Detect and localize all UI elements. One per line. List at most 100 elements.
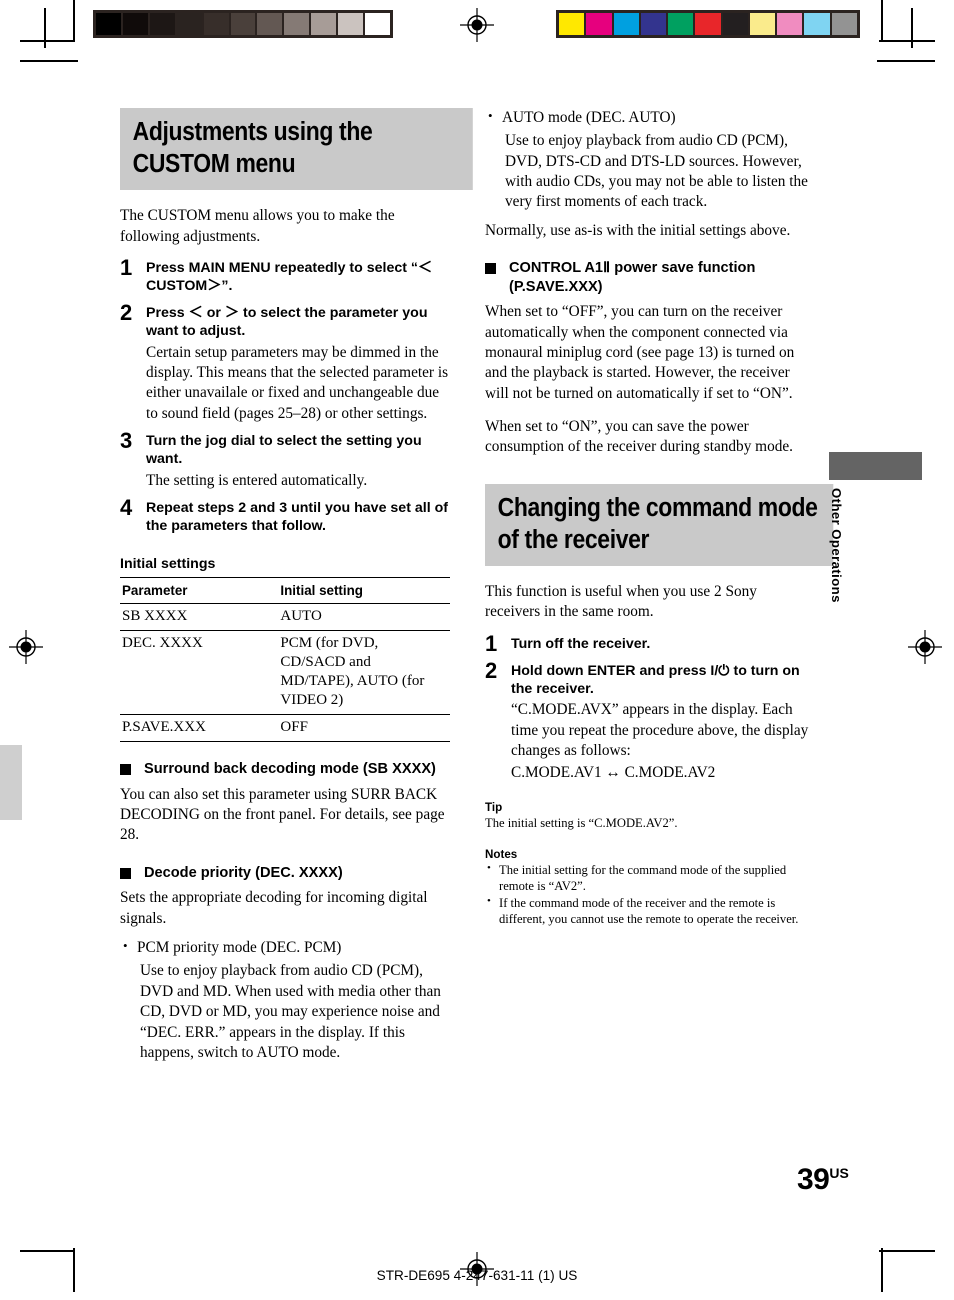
- cell-initial-setting: OFF: [278, 714, 450, 743]
- calibration-swatch: [586, 13, 612, 35]
- crop-mark-top-left-vertical: [73, 0, 75, 42]
- calibration-swatch: [365, 13, 390, 35]
- step-text: Hold down ENTER and press I/⏻ to turn on…: [511, 662, 800, 697]
- step-number: 2: [120, 299, 133, 325]
- calibration-swatch: [804, 13, 830, 35]
- calibration-swatch: [230, 13, 256, 35]
- subheading-decode-priority: Decode priority (DEC. XXXX): [120, 864, 450, 883]
- list-item: If the command mode of the receiver and …: [485, 894, 810, 927]
- calibration-swatch: [777, 13, 803, 35]
- scanned-manual-page: Adjustments using the CUSTOM menu The CU…: [0, 0, 954, 1300]
- crop-mark-top-right-lower: [877, 60, 935, 62]
- cell-parameter: SB XXXX: [120, 603, 279, 631]
- step-detail-sequence: C.MODE.AV1 ↔ C.MODE.AV2: [511, 764, 716, 782]
- page-number-suffix: US: [829, 1165, 849, 1181]
- footer-model-code: STR-DE695 4-247-631-11 (1) US: [376, 1268, 578, 1283]
- command-mode-intro: This function is useful when you use 2 S…: [485, 583, 757, 621]
- crop-mark-top-right-horizontal: [879, 40, 935, 42]
- crop-mark-top-left-inner: [44, 8, 46, 48]
- initial-settings-caption: Initial settings: [120, 555, 216, 572]
- bullet-body: Use to enjoy playback from audio CD (PCM…: [140, 962, 441, 1061]
- page-number: 39US: [797, 1163, 849, 1197]
- chapter-tab-label: Other Operations: [829, 488, 844, 603]
- calibration-swatch: [96, 13, 121, 35]
- registration-mark-left-middle: [9, 630, 43, 664]
- calibration-swatch: [122, 13, 148, 35]
- calibration-swatch: [176, 13, 202, 35]
- table-row: SB XXXX AUTO: [120, 603, 450, 631]
- list-item: PCM priority mode (DEC. PCM) Use to enjo…: [120, 937, 450, 1063]
- black-square-bullet-icon: [120, 867, 131, 879]
- calibration-swatch: [559, 13, 585, 35]
- table-row: DEC. XXXX PCM (for DVD, CD/SACD and MD/T…: [120, 630, 450, 716]
- decode-priority-body: Sets the appropriate decoding for incomi…: [120, 889, 428, 927]
- bullet-title: PCM priority mode (DEC. PCM): [137, 939, 342, 957]
- column-header-initial-setting: Initial setting: [278, 576, 450, 604]
- step-text: Repeat steps 2 and 3 until you have set …: [146, 500, 448, 534]
- step-detail: Certain setup parameters may be dimmed i…: [146, 343, 449, 422]
- registration-mark-right-middle: [908, 630, 942, 664]
- step-detail: “C.MODE.AVX” appears in the display. Eac…: [511, 701, 809, 760]
- command-mode-step-2: 2 Hold down ENTER and press I/⏻ to turn …: [485, 659, 810, 784]
- page-number-value: 39: [797, 1163, 830, 1196]
- power-save-paragraph-2: When set to “ON”, you can save the power…: [485, 418, 793, 456]
- step-number: 3: [120, 427, 133, 453]
- list-item: AUTO mode (DEC. AUTO) Use to enjoy playb…: [485, 107, 810, 213]
- power-save-paragraph-1: When set to “OFF”, you can turn on the r…: [485, 303, 795, 402]
- table-header-row: Parameter Initial setting: [120, 576, 450, 604]
- registration-mark-top-center: [460, 8, 494, 42]
- step-text: Press MAIN MENU repeatedly to select “＜C…: [146, 259, 433, 294]
- calibration-swatch: [668, 13, 694, 35]
- notes-label: Notes: [485, 847, 518, 861]
- calibration-swatch: [722, 13, 748, 35]
- list-item: The initial setting for the command mode…: [485, 861, 810, 894]
- crop-mark-top-right-inner: [911, 8, 913, 48]
- color-calibration-bar: [556, 10, 860, 38]
- calibration-swatch: [749, 13, 776, 35]
- step-3: 3 Turn the jog dial to select the settin…: [120, 427, 450, 491]
- crop-mark-bottom-right-horizontal: [879, 1250, 935, 1252]
- calibration-swatch: [311, 13, 337, 35]
- initial-settings-table: Parameter Initial setting SB XXXX AUTO D…: [120, 576, 450, 743]
- subheading-surround-back-decoding: Surround back decoding mode (SB XXXX): [120, 760, 450, 779]
- step-number: 1: [485, 630, 498, 656]
- calibration-swatch: [257, 13, 283, 35]
- step-4: 4 Repeat steps 2 and 3 until you have se…: [120, 497, 450, 536]
- crop-mark-bottom-left-horizontal: [20, 1250, 75, 1252]
- notes-list: The initial setting for the command mode…: [485, 861, 810, 927]
- step-text: Turn the jog dial to select the setting …: [146, 432, 422, 467]
- auto-mode-closing-paragraph: Normally, use as-is with the initial set…: [485, 221, 791, 239]
- crop-mark-top-left-lower: [20, 60, 78, 62]
- left-text-column: Adjustments using the CUSTOM menu The CU…: [120, 108, 474, 1071]
- cell-initial-setting: PCM (for DVD, CD/SACD and MD/TAPE), AUTO…: [278, 630, 450, 716]
- intro-paragraph: The CUSTOM menu allows you to make the f…: [120, 207, 395, 245]
- column-header-parameter: Parameter: [120, 576, 279, 604]
- crop-mark-top-left-horizontal: [20, 40, 75, 42]
- cell-parameter: DEC. XXXX: [120, 630, 279, 716]
- calibration-swatch: [613, 13, 639, 35]
- step-detail: The setting is entered automatically.: [146, 471, 368, 489]
- chapter-tab-block: [829, 452, 922, 480]
- section-heading-custom-menu: Adjustments using the CUSTOM menu: [120, 108, 474, 191]
- crop-mark-top-right-vertical: [881, 0, 883, 42]
- table-row: P.SAVE.XXX OFF: [120, 714, 450, 743]
- step-text: Turn off the receiver.: [511, 635, 651, 652]
- step-text: Press ＜ or ＞ to select the parameter you…: [146, 304, 428, 339]
- calibration-swatch: [338, 13, 364, 35]
- black-square-bullet-icon: [485, 263, 496, 275]
- right-text-column: AUTO mode (DEC. AUTO) Use to enjoy playb…: [485, 107, 834, 935]
- calibration-swatch: [831, 13, 857, 35]
- command-mode-step-1: 1 Turn off the receiver.: [485, 630, 810, 656]
- subheading-power-save-function: CONTROL A1Ⅱ power save function (P.SAVE.…: [485, 259, 810, 296]
- subheading-label: Surround back decoding mode (SB XXXX): [144, 761, 436, 778]
- tip-label: Tip: [485, 800, 503, 814]
- calibration-swatch: [284, 13, 310, 35]
- calibration-swatch: [640, 13, 667, 35]
- step-number: 1: [120, 254, 133, 280]
- calibration-swatch: [149, 13, 175, 35]
- surround-back-decoding-body: You can also set this parameter using SU…: [120, 785, 445, 844]
- calibration-swatch: [203, 13, 229, 35]
- step-2: 2 Press ＜ or ＞ to select the parameter y…: [120, 299, 450, 424]
- calibration-swatch: [695, 13, 721, 35]
- decode-priority-bullet-list: PCM priority mode (DEC. PCM) Use to enjo…: [120, 937, 450, 1063]
